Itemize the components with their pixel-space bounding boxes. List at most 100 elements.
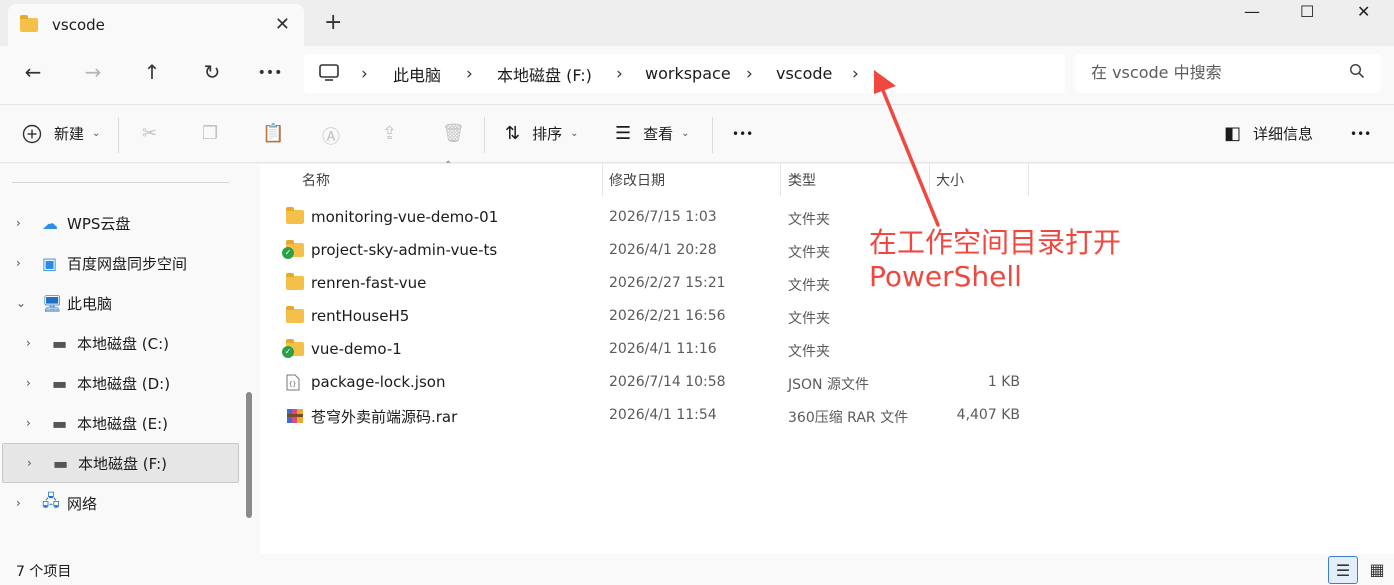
cut-icon[interactable]: ✂ <box>142 123 169 144</box>
chevron-right-icon[interactable]: › <box>16 216 21 230</box>
column-header-name[interactable]: 名称 <box>302 170 330 190</box>
maximize-button[interactable]: ☐ <box>1300 2 1314 26</box>
sidebar-item-drive-f[interactable]: › ▬ 本地磁盘 (F:) <box>2 443 239 483</box>
paste-icon[interactable]: 📋 <box>262 123 296 144</box>
file-type: 文件夹 <box>788 311 830 327</box>
folder-icon <box>286 306 304 327</box>
status-bar: 7 个项目 ☰ ▦ <box>0 554 1394 585</box>
table-row[interactable]: 苍穹外卖前端源码.rar 2026/4/1 11:54 360压缩 RAR 文件… <box>280 399 1040 432</box>
file-type: 360压缩 RAR 文件 <box>788 410 909 426</box>
file-type: 文件夹 <box>788 245 830 261</box>
sidebar-item-label: 本地磁盘 (D:) <box>77 374 171 393</box>
column-header-date[interactable]: 修改日期 <box>609 170 665 190</box>
chevron-right-icon[interactable]: › <box>16 496 21 510</box>
refresh-button[interactable]: ↻ <box>197 60 227 84</box>
json-file-icon: {} <box>286 374 300 395</box>
file-type: 文件夹 <box>788 344 830 360</box>
folder-icon <box>286 207 304 228</box>
item-count: 7 个项目 <box>16 564 72 580</box>
search-input[interactable] <box>1091 63 1341 82</box>
sidebar-item-label: 本地磁盘 (F:) <box>78 454 167 473</box>
breadcrumb-this-pc[interactable]: 此电脑 <box>393 62 441 86</box>
column-divider[interactable] <box>780 164 781 196</box>
computer-icon: 🖥 <box>42 293 63 313</box>
breadcrumb-workspace[interactable]: workspace <box>645 64 731 83</box>
network-icon: 🖧 <box>42 490 60 510</box>
drive-icon: ▬ <box>52 333 68 353</box>
view-button[interactable]: ☰ 查看 ⌄ <box>615 123 690 144</box>
see-more-button[interactable]: ••• <box>1350 127 1371 141</box>
more-options-button[interactable]: ••• <box>732 127 753 141</box>
sidebar-item-label: 本地磁盘 (C:) <box>77 334 169 353</box>
breadcrumb-separator: › <box>466 63 473 84</box>
folder-icon <box>20 15 38 32</box>
more-nav-button[interactable]: ••• <box>255 65 285 81</box>
new-button[interactable]: 新建 ⌄ <box>22 123 100 144</box>
sidebar-item-label: 本地磁盘 (E:) <box>77 414 169 433</box>
share-icon[interactable]: ⇪ <box>382 123 409 144</box>
close-window-button[interactable]: ✕ <box>1357 2 1370 26</box>
new-label: 新建 <box>54 125 85 143</box>
search-box <box>1075 54 1381 93</box>
table-row[interactable]: vue-demo-1 2026/4/1 11:16 文件夹 <box>280 333 1040 366</box>
sort-button[interactable]: ⇅ 排序 ⌄ <box>505 123 579 144</box>
title-bar: vscode ✕ + — ☐ ✕ <box>0 0 1394 46</box>
sidebar-item-baidu-netdisk[interactable]: › ▣ 百度网盘同步空间 <box>2 243 239 283</box>
chevron-right-icon[interactable]: › <box>26 376 31 390</box>
breadcrumb-drive-f[interactable]: 本地磁盘 (F:) <box>497 62 592 86</box>
breadcrumb-separator: › <box>361 63 368 84</box>
table-row[interactable]: rentHouseH5 2026/2/21 16:56 文件夹 <box>280 300 1040 333</box>
column-divider[interactable] <box>602 164 603 196</box>
sidebar-item-network[interactable]: › 🖧 网络 <box>2 483 239 523</box>
rename-icon[interactable]: Ⓐ <box>322 123 352 149</box>
forward-button[interactable]: → <box>78 60 108 84</box>
file-size: 1 KB <box>987 374 1020 390</box>
navigation-bar: ← → ↑ ↻ ••• › 此电脑 › 本地磁盘 (F:) › workspac… <box>0 46 1394 104</box>
column-header-type[interactable]: 类型 <box>788 170 816 190</box>
delete-icon[interactable]: 🗑 <box>442 123 477 144</box>
details-view-icon[interactable]: ☰ <box>1328 556 1358 584</box>
back-button[interactable]: ← <box>18 60 48 84</box>
chevron-down-icon: ⌄ <box>681 128 690 139</box>
navigation-pane: › ☁ WPS云盘 › ▣ 百度网盘同步空间 ⌄ 🖥 此电脑 › ▬ 本地磁盘 … <box>0 164 260 554</box>
annotation-line: PowerShell <box>869 259 1022 293</box>
new-tab-button[interactable]: + <box>324 10 342 35</box>
file-date: 2026/7/14 10:58 <box>609 374 726 390</box>
chevron-right-icon[interactable]: › <box>27 456 32 470</box>
sort-icon: ⇅ <box>505 123 521 144</box>
annotation-arrow <box>874 70 940 227</box>
sidebar-item-drive-c[interactable]: › ▬ 本地磁盘 (C:) <box>2 323 239 363</box>
minimize-button[interactable]: — <box>1244 2 1260 26</box>
sidebar-item-label: WPS云盘 <box>67 214 131 233</box>
cloud-icon: ☁ <box>42 213 58 233</box>
copy-icon[interactable]: ❐ <box>202 123 230 144</box>
tiles-view-icon[interactable]: ▦ <box>1362 556 1392 584</box>
sidebar-item-wps-cloud[interactable]: › ☁ WPS云盘 <box>2 203 239 243</box>
chevron-right-icon[interactable]: › <box>26 416 31 430</box>
search-icon[interactable] <box>1349 63 1365 79</box>
drive-icon: ▬ <box>53 453 69 473</box>
chevron-down-icon[interactable]: ⌄ <box>16 296 26 310</box>
file-date: 2026/2/21 16:56 <box>609 308 726 324</box>
up-button[interactable]: ↑ <box>137 60 167 84</box>
table-row[interactable]: {} package-lock.json 2026/7/14 10:58 JSO… <box>280 366 1040 399</box>
column-divider[interactable] <box>1028 164 1029 196</box>
file-date: 2026/2/27 15:21 <box>609 275 726 291</box>
file-date: 2026/4/1 11:16 <box>609 341 717 357</box>
sidebar-item-drive-d[interactable]: › ▬ 本地磁盘 (D:) <box>2 363 239 403</box>
sidebar-item-drive-e[interactable]: › ▬ 本地磁盘 (E:) <box>2 403 239 443</box>
breadcrumb-vscode[interactable]: vscode <box>776 64 832 83</box>
sidebar-item-this-pc[interactable]: ⌄ 🖥 此电脑 <box>2 283 239 323</box>
sidebar-item-label: 网络 <box>67 494 98 513</box>
close-tab-icon[interactable]: ✕ <box>275 14 290 35</box>
breadcrumb-expand-chevron[interactable]: › <box>852 64 859 84</box>
chevron-right-icon[interactable]: › <box>16 256 21 270</box>
file-date: 2026/4/1 11:54 <box>609 407 717 423</box>
address-bar[interactable]: › 此电脑 › 本地磁盘 (F:) › workspace › vscode › <box>304 54 1065 93</box>
tab-vscode[interactable]: vscode ✕ <box>8 4 304 46</box>
sidebar-scrollbar[interactable] <box>246 392 252 518</box>
file-name: renren-fast-vue <box>311 274 427 292</box>
details-pane-button[interactable]: ◧ 详细信息 <box>1224 123 1313 144</box>
file-type: 文件夹 <box>788 212 830 228</box>
chevron-right-icon[interactable]: › <box>26 336 31 350</box>
